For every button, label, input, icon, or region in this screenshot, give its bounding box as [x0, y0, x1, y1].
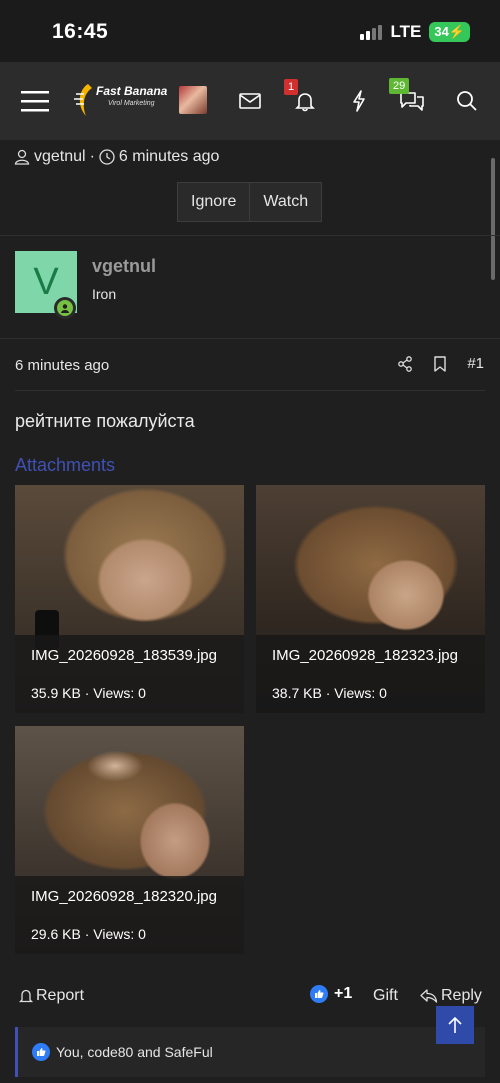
site-logo[interactable]: Fast Banana Virol Marketing: [74, 82, 170, 118]
post-footer: Report +1 Gift Reply: [0, 985, 500, 1009]
bookmark-icon[interactable]: [433, 355, 447, 372]
attachment-name[interactable]: IMG_20260928_182323.jpg: [272, 647, 458, 664]
reaction-count: +1: [334, 985, 353, 1002]
share-icon[interactable]: [397, 355, 413, 372]
attachment-item[interactable]: IMG_20260928_182323.jpg 38.7 KB · Views:…: [256, 485, 485, 713]
thread-time[interactable]: 6 minutes ago: [119, 148, 220, 166]
reply-button[interactable]: Reply: [420, 987, 482, 1005]
scroll-to-top-button[interactable]: [436, 1006, 474, 1044]
mail-icon[interactable]: [235, 86, 265, 116]
attachment-meta: 38.7 KB · Views: 0: [272, 685, 387, 701]
status-indicators: LTE 34⚡: [360, 22, 470, 42]
conversations-badge: 29: [389, 78, 410, 94]
arrow-up-icon: [448, 1016, 462, 1033]
banana-icon: [74, 84, 92, 116]
user-title: Iron: [92, 286, 117, 302]
reaction-summary[interactable]: +1: [310, 985, 352, 1003]
logo-subtext: Virol Marketing: [108, 100, 155, 107]
attachment-item[interactable]: IMG_20260928_183539.jpg 35.9 KB · Views:…: [15, 485, 244, 713]
gift-button[interactable]: Gift: [373, 987, 398, 1005]
attachment-caption: IMG_20260928_182323.jpg 38.7 KB · Views:…: [256, 635, 485, 713]
user-icon: [14, 149, 30, 165]
reply-icon: [420, 989, 438, 1003]
report-label: Report: [36, 987, 85, 1004]
attachment-item[interactable]: IMG_20260928_182320.jpg 29.6 KB · Views:…: [15, 726, 244, 954]
post-username[interactable]: vgetnul: [92, 256, 156, 277]
divider: [0, 235, 500, 236]
like-icon: [310, 985, 328, 1003]
menu-icon[interactable]: [20, 86, 50, 116]
attachment-name[interactable]: IMG_20260928_182320.jpg: [31, 888, 217, 905]
signal-icon: [360, 24, 383, 40]
search-icon[interactable]: [452, 86, 482, 116]
thread-actions: Ignore Watch: [177, 182, 323, 222]
attachment-meta: 35.9 KB · Views: 0: [31, 685, 146, 701]
like-icon: [32, 1043, 50, 1061]
bell-icon[interactable]: 1: [284, 79, 320, 116]
battery-icon: 34⚡: [429, 22, 470, 42]
battery-level: 34: [434, 24, 449, 39]
likes-bar[interactable]: You, code80 and SafeFul: [15, 1027, 485, 1077]
alerts-badge: 1: [284, 79, 298, 95]
chat-icon[interactable]: 29: [389, 78, 427, 116]
ignore-button[interactable]: Ignore: [178, 183, 249, 221]
meta-separator: ·: [89, 148, 95, 165]
account-avatar[interactable]: [179, 86, 207, 114]
status-bar: 16:45 LTE 34⚡: [0, 0, 500, 62]
attachment-meta: 29.6 KB · Views: 0: [31, 926, 146, 942]
bell-icon: [18, 989, 34, 1003]
clock-icon: [99, 149, 115, 165]
attachments-title: Attachments: [15, 455, 116, 475]
divider: [0, 338, 500, 339]
attachment-caption: IMG_20260928_183539.jpg 35.9 KB · Views:…: [15, 635, 244, 713]
charging-icon: ⚡: [448, 24, 465, 39]
post-number[interactable]: #1: [467, 355, 484, 372]
post-time[interactable]: 6 minutes ago: [15, 357, 109, 374]
network-label: LTE: [390, 22, 422, 41]
likes-text[interactable]: You, code80 and SafeFul: [56, 1044, 213, 1060]
attachment-caption: IMG_20260928_182320.jpg 29.6 KB · Views:…: [15, 876, 244, 954]
logo-text: Fast Banana: [96, 84, 168, 98]
status-time: 16:45: [52, 20, 109, 43]
attachment-name[interactable]: IMG_20260928_183539.jpg: [31, 647, 217, 664]
online-status-icon: [54, 297, 76, 319]
post-actions: #1: [397, 355, 484, 372]
thread-meta: vgetnul · 6 minutes ago: [14, 148, 219, 166]
scrollbar[interactable]: [491, 158, 495, 280]
watch-button[interactable]: Watch: [249, 183, 321, 221]
thread-author[interactable]: vgetnul: [34, 148, 86, 166]
divider: [15, 390, 485, 391]
post-body: рейтните пожалуйста: [15, 411, 195, 431]
reply-label: Reply: [441, 987, 482, 1004]
lightning-icon[interactable]: [344, 86, 374, 116]
report-button[interactable]: Report: [18, 987, 84, 1005]
